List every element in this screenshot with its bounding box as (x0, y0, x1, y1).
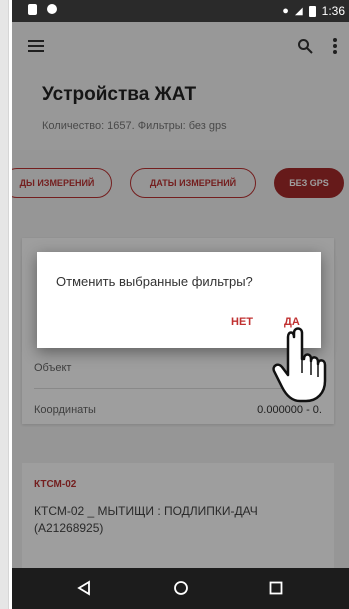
left-panel-edge (0, 0, 9, 609)
recents-square-icon[interactable] (264, 578, 288, 598)
status-time: 1:36 (321, 4, 345, 18)
dialog-question: Отменить выбранные фильтры? (56, 274, 253, 289)
back-triangle-icon[interactable] (72, 578, 96, 598)
system-nav-bar (12, 568, 349, 609)
location-icon: ● (282, 5, 289, 17)
status-bar: ● ◢ 1:36 (12, 0, 349, 22)
notification-icon (47, 4, 57, 14)
no-button[interactable]: НЕТ (231, 316, 253, 328)
phone-screen: ● ◢ 1:36 Устройства ЖАТ Количество: 1657… (12, 0, 349, 609)
home-circle-icon[interactable] (169, 578, 193, 598)
sim-icon (28, 4, 37, 15)
pointer-hand-icon (272, 327, 327, 403)
battery-icon (308, 5, 316, 17)
signal-icon: ◢ (294, 5, 303, 17)
